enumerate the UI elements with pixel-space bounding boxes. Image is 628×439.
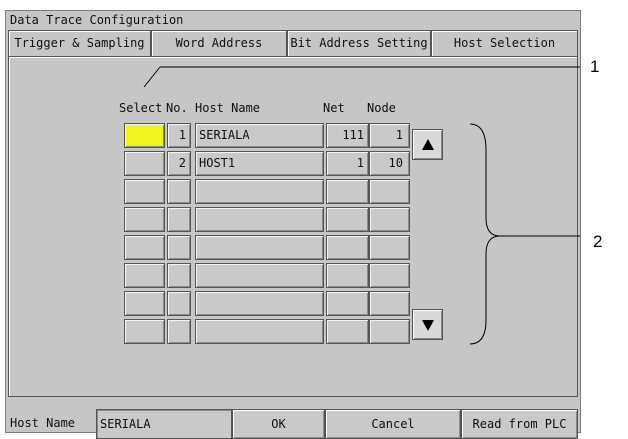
callout-1-leader [143, 66, 161, 88]
rows-brace [469, 123, 501, 345]
callout-1: 1 [590, 57, 600, 76]
callout-2: 2 [593, 232, 603, 251]
callout-overlay [143, 66, 580, 345]
